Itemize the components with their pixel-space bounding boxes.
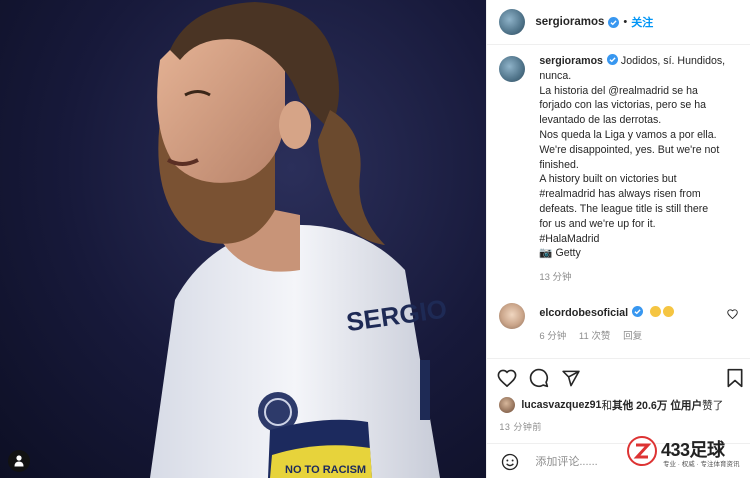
z-logo-icon xyxy=(627,436,657,466)
likes-suffix: 赞了 xyxy=(702,399,724,412)
reply-button[interactable]: 回复 xyxy=(623,331,642,342)
emoji-smiley-icon[interactable] xyxy=(501,453,519,471)
caption-line: sergioramos Jodidos, sí. Hundidos, xyxy=(539,54,735,69)
caption-line: We're disappointed, yes. But we're not xyxy=(539,143,720,156)
avatar[interactable] xyxy=(499,9,526,35)
comment-like-heart-icon[interactable] xyxy=(727,309,738,320)
caption-line: nunca. xyxy=(539,69,572,82)
post-timestamp[interactable]: 13 分钟前 xyxy=(499,420,542,433)
caption-line-text: Jodidos, sí. Hundidos, xyxy=(620,55,726,67)
person-icon xyxy=(14,455,24,467)
caption-line: for us and we're up for it. xyxy=(539,217,656,230)
caption-line: levantado de las derrotas. xyxy=(539,114,662,127)
caption-line: finished. xyxy=(539,158,579,171)
post-sidebar: sergioramos • 关注 sergioramos Jodidos, sí… xyxy=(486,0,750,478)
clap-emoji-icon xyxy=(662,306,674,318)
post-modal: SERGIO NO TO RACISM sergioramos • 关注 ser… xyxy=(0,0,750,478)
caption-line: Nos queda la Liga y vamos a por ella. xyxy=(539,128,717,141)
separator-dot: • xyxy=(623,16,628,28)
likes-others[interactable]: 其他 20.6万 位用户 xyxy=(612,398,702,413)
comment-icon[interactable] xyxy=(529,368,549,388)
caption-line: defeats. The league title is still there xyxy=(539,202,709,215)
like-heart-icon[interactable] xyxy=(497,369,517,387)
header-username[interactable]: sergioramos xyxy=(535,16,604,28)
tag-user-button[interactable] xyxy=(8,450,30,472)
caption-line: #HalaMadrid xyxy=(539,232,600,245)
caption-line: forjado con las victorias, pero se ha xyxy=(539,99,706,112)
caption-line: A history built on victories but xyxy=(539,173,677,186)
comment-likes[interactable]: 11 次赞 xyxy=(579,331,611,342)
caption-line: La historia del @realmadrid se ha xyxy=(539,84,698,97)
post-photo[interactable]: SERGIO NO TO RACISM xyxy=(0,0,487,478)
bookmark-icon[interactable] xyxy=(726,368,744,388)
action-bar xyxy=(487,358,750,397)
site-watermark: 433足球 专业 · 权威 · 专注体育资讯 xyxy=(627,434,745,472)
caption: sergioramos Jodidos, sí. Hundidos, nunca… xyxy=(487,54,750,261)
watermark-logo xyxy=(627,436,657,466)
avatar xyxy=(499,397,516,413)
post-header: sergioramos • 关注 xyxy=(487,0,750,45)
armband-text: NO TO RACISM xyxy=(285,464,366,476)
caption-line: #realmadrid has always risen from xyxy=(539,188,701,201)
comment-body: elcordobesoficial 6 分钟 11 次赞 回复 xyxy=(539,303,727,342)
verified-badge-icon xyxy=(608,16,620,28)
comments-scroll-area[interactable]: sergioramos Jodidos, sí. Hundidos, nunca… xyxy=(487,54,750,354)
comment-item: elcordobesoficial 6 分钟 11 次赞 回复 xyxy=(487,303,750,342)
watermark-tagline: 专业 · 权威 · 专注体育资讯 xyxy=(663,461,740,468)
verified-badge-icon xyxy=(606,54,618,65)
comment-time: 6 分钟 xyxy=(539,331,567,343)
comment-username[interactable]: elcordobesoficial xyxy=(539,307,628,319)
liker-username[interactable]: lucasvazquez91 xyxy=(521,399,601,411)
avatar[interactable] xyxy=(499,56,526,82)
share-send-icon[interactable] xyxy=(561,369,581,388)
caption-text: sergioramos Jodidos, sí. Hundidos, nunca… xyxy=(539,54,735,261)
follow-button[interactable]: 关注 xyxy=(631,14,653,30)
caption-username[interactable]: sergioramos xyxy=(539,55,603,67)
comment-meta: 6 分钟 11 次赞 回复 xyxy=(539,328,727,342)
caption-line: 📷 Getty xyxy=(539,247,581,260)
verified-badge-icon xyxy=(632,306,644,318)
clap-emoji-icon xyxy=(649,306,661,318)
avatar[interactable] xyxy=(499,303,526,330)
likes-summary[interactable]: lucasvazquez91 和 其他 20.6万 位用户 赞了 xyxy=(487,397,750,413)
likes-connector: 和 xyxy=(601,399,613,412)
caption-time: 13 分钟 xyxy=(539,272,572,284)
player-illustration: SERGIO NO TO RACISM xyxy=(150,2,449,478)
